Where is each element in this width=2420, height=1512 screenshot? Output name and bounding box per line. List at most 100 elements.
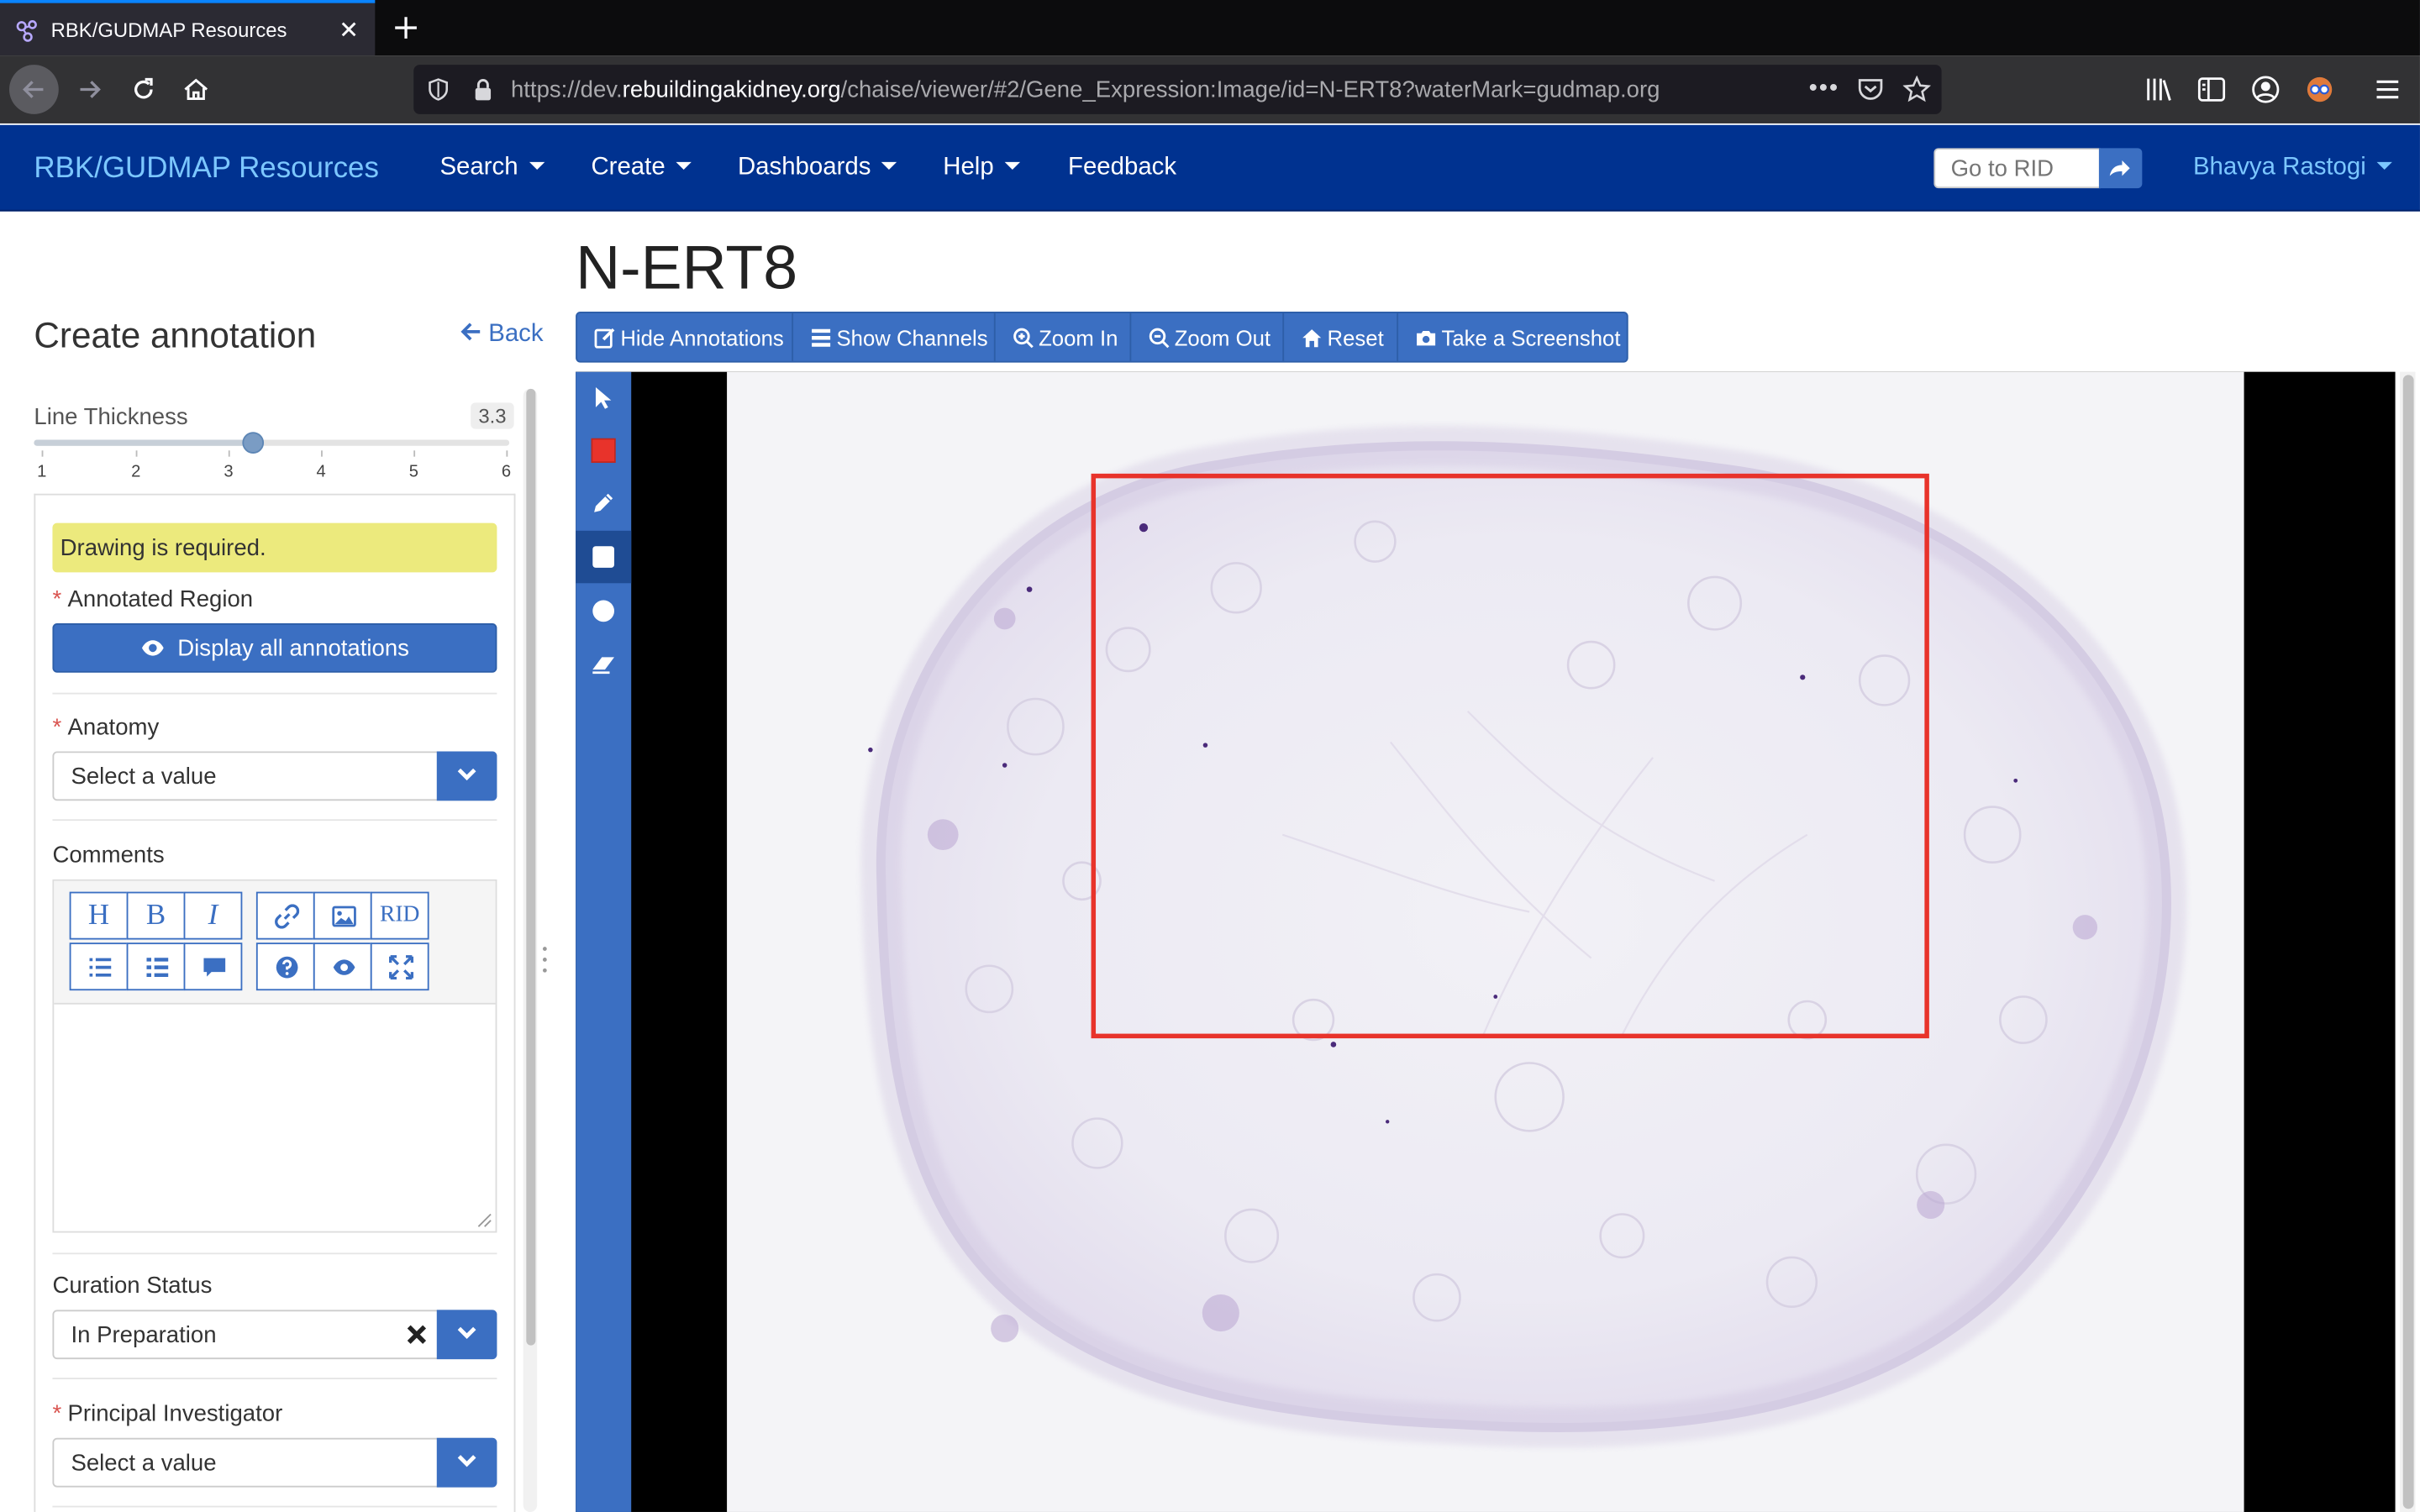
line-thickness-label: Line Thickness <box>34 404 188 431</box>
tissue-image[interactable] <box>727 371 2244 1512</box>
principal-investigator-select[interactable]: Select a value <box>52 1437 497 1488</box>
slider-tick-label: 4 <box>316 463 326 482</box>
panel-scroll-thumb[interactable] <box>526 388 536 1346</box>
list-icon <box>812 328 831 347</box>
new-tab-icon[interactable] <box>392 14 420 42</box>
link-icon <box>275 904 300 929</box>
bold-button[interactable]: B <box>126 891 186 940</box>
take-screenshot-label: Take a Screenshot <box>1441 325 1621 350</box>
line-thickness-value: 3.3 <box>471 402 514 429</box>
rectangle-tool[interactable] <box>576 530 632 584</box>
account-icon[interactable] <box>2250 74 2281 105</box>
color-picker-tool[interactable] <box>576 424 631 476</box>
caret-down-icon <box>2376 161 2392 171</box>
pointer-tool[interactable] <box>576 372 631 424</box>
image-button[interactable] <box>313 891 372 940</box>
principal-investigator-dropdown-button[interactable] <box>436 1437 497 1488</box>
quote-button[interactable] <box>183 942 243 991</box>
show-channels-button[interactable]: Show Channels <box>793 312 996 361</box>
sidebar-icon[interactable] <box>2196 74 2228 105</box>
anatomy-label: * Anatomy <box>52 714 159 740</box>
back-button[interactable] <box>9 65 59 114</box>
heading-button[interactable]: H <box>69 891 129 940</box>
annotated-region-text: Annotated Region <box>67 585 254 613</box>
menu-create[interactable]: Create <box>591 154 692 182</box>
anatomy-select[interactable]: Select a value <box>52 751 497 801</box>
slider-handle[interactable] <box>241 432 264 454</box>
zoom-out-button[interactable]: Zoom Out <box>1131 312 1285 361</box>
principal-investigator-label: * Principal Investigator <box>52 1401 282 1427</box>
extension-icon[interactable] <box>2304 74 2335 105</box>
italic-button[interactable]: I <box>183 891 243 940</box>
numbered-list-button[interactable] <box>126 942 186 991</box>
show-channels-label: Show Channels <box>836 325 988 350</box>
forward-button[interactable] <box>65 65 114 114</box>
library-icon[interactable] <box>2144 74 2175 105</box>
reset-button[interactable]: Reset <box>1284 312 1399 361</box>
shield-icon[interactable] <box>426 77 450 102</box>
eraser-tool[interactable] <box>576 638 631 690</box>
browser-tab-bar: RBK/GUDMAP Resources <box>0 0 2420 56</box>
zoom-in-button[interactable]: Zoom In <box>996 312 1132 361</box>
url-text[interactable]: https://dev.rebuildingakidney.org/chaise… <box>511 77 1660 103</box>
go-to-rid-button[interactable] <box>2098 148 2143 189</box>
page-actions-icon[interactable]: ••• <box>1809 76 1839 103</box>
take-screenshot-button[interactable]: Take a Screenshot <box>1398 313 1627 361</box>
display-all-annotations-button[interactable]: Display all annotations <box>52 623 497 673</box>
url-path: /chaise/viewer/#2/Gene_Expression:Image/… <box>840 76 1660 104</box>
divider <box>52 1505 497 1508</box>
go-to-rid-input[interactable] <box>1933 148 2101 189</box>
annotation-rectangle[interactable] <box>1091 473 1929 1039</box>
circle-tool[interactable] <box>576 585 631 637</box>
browser-tab[interactable]: RBK/GUDMAP Resources <box>0 0 376 56</box>
comments-editor[interactable]: H B I RID <box>52 879 497 1233</box>
lock-icon[interactable] <box>472 77 494 102</box>
slider-tick <box>413 450 416 457</box>
hamburger-menu-icon[interactable] <box>2372 74 2403 105</box>
brand-link[interactable]: RBK/GUDMAP Resources <box>34 153 379 186</box>
fullscreen-button[interactable] <box>370 942 429 991</box>
menu-dashboards[interactable]: Dashboards <box>738 155 897 182</box>
chevron-down-icon <box>457 768 476 781</box>
pencil-tool[interactable] <box>576 477 631 529</box>
curation-status-dropdown-button[interactable] <box>436 1310 497 1360</box>
rectangle-icon <box>592 546 615 568</box>
page-title: N-ERT8 <box>576 234 798 302</box>
bullet-list-button[interactable] <box>69 942 129 991</box>
home-button[interactable] <box>171 65 221 114</box>
editor-toolbar: H B I RID <box>54 880 496 1005</box>
expand-icon <box>389 955 414 980</box>
comments-label: Comments <box>52 842 165 869</box>
hide-annotations-button[interactable]: Hide Annotations <box>577 312 794 361</box>
menu-search[interactable]: Search <box>439 155 544 182</box>
reload-button[interactable] <box>118 65 168 114</box>
menu-create-label: Create <box>591 154 666 181</box>
preview-button[interactable] <box>313 942 372 991</box>
resize-grip-icon[interactable] <box>474 1210 492 1228</box>
hide-annotations-label: Hide Annotations <box>620 325 784 350</box>
close-tab-icon[interactable] <box>336 17 360 41</box>
pointer-icon <box>595 387 612 409</box>
clear-icon[interactable] <box>406 1324 428 1346</box>
required-mark: * <box>52 1400 62 1427</box>
image-viewer[interactable] <box>576 371 2396 1512</box>
url-bar[interactable]: https://dev.rebuildingakidney.org/chaise… <box>413 65 1942 114</box>
rid-button[interactable]: RID <box>370 891 429 940</box>
back-label: Back <box>488 321 544 348</box>
anatomy-dropdown-button[interactable] <box>436 751 497 801</box>
bookmark-star-icon[interactable] <box>1902 75 1931 103</box>
annotated-region-label: * Annotated Region <box>52 586 253 612</box>
back-link[interactable]: Back <box>460 321 544 349</box>
zoom-out-icon <box>1149 328 1170 349</box>
link-button[interactable] <box>255 891 315 940</box>
curation-status-select[interactable]: In Preparation <box>52 1310 497 1360</box>
user-menu[interactable]: Bhavya Rastogi <box>2193 155 2392 182</box>
menu-feedback[interactable]: Feedback <box>1068 155 1176 182</box>
pocket-icon[interactable] <box>1857 76 1885 103</box>
resize-handle-icon[interactable] <box>542 944 548 975</box>
camera-icon <box>1417 330 1436 346</box>
arrow-left-icon <box>460 323 481 341</box>
page-scroll-thumb[interactable] <box>2402 375 2414 1509</box>
menu-help[interactable]: Help <box>943 155 1020 182</box>
help-button[interactable] <box>255 942 315 991</box>
